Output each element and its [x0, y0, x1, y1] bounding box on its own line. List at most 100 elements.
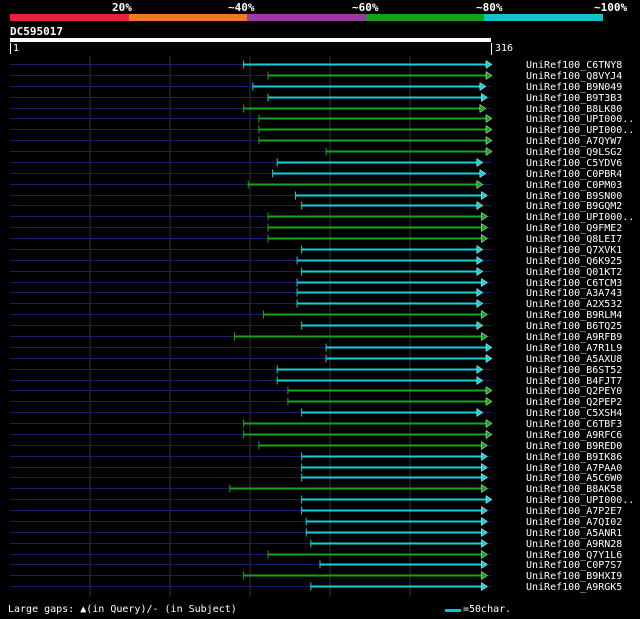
hit-label: UniRef100_B9T3B3: [526, 93, 622, 104]
hit-row: UniRef100_C0P7S7: [10, 560, 622, 571]
alignment-plot: UniRef100_C6TNY8UniRef100_Q8VYJ4UniRef10…: [10, 56, 634, 598]
hit-end-arrow: [481, 93, 488, 102]
hit-end-arrow: [485, 419, 493, 428]
hit-end-arrow: [476, 158, 484, 167]
hit-label: UniRef100_A7P2E7: [526, 506, 622, 517]
hit-label: UniRef100_Q2PEP2: [526, 397, 622, 408]
hit-end-arrow: [476, 365, 484, 374]
hit-label: UniRef100_B9RED0: [526, 441, 622, 452]
hit-row: UniRef100_C0PM03: [10, 180, 622, 191]
hit-end-arrow: [485, 147, 493, 156]
hit-label: UniRef100_Q8LEI7: [526, 234, 622, 245]
hit-label: UniRef100_A5ANR1: [526, 528, 622, 539]
hit-end-arrow: [481, 191, 488, 200]
hit-end-arrow: [485, 71, 493, 80]
hit-row: UniRef100_C5XSH4: [10, 408, 622, 419]
hit-row: UniRef100_Q8VYJ4: [10, 71, 622, 82]
hit-row: UniRef100_B9IK86: [10, 452, 622, 463]
hit-label: UniRef100_C0PBR4: [526, 169, 622, 180]
hit-end-arrow: [476, 376, 484, 385]
hit-label: UniRef100_UPI000..: [526, 125, 634, 136]
hit-end-arrow: [485, 125, 493, 134]
hit-label: UniRef100_B9GQM2: [526, 201, 622, 212]
hit-row: UniRef100_Q9LSG2: [10, 147, 622, 158]
hit-label: UniRef100_A3A743: [526, 288, 622, 299]
hit-row: UniRef100_B6ST52: [10, 365, 622, 376]
hit-row: UniRef100_A7QI02: [10, 517, 622, 528]
hit-row: UniRef100_A7R1L9: [10, 343, 622, 354]
hit-end-arrow: [481, 223, 488, 232]
hit-label: UniRef100_B8AK58: [526, 484, 622, 495]
scale-legend-text: =50char.: [463, 604, 512, 615]
hit-label: UniRef100_C6TNY8: [526, 60, 622, 71]
hit-end-arrow: [481, 582, 488, 591]
hit-end-arrow: [485, 60, 493, 69]
hit-label: UniRef100_C6TBF3: [526, 419, 622, 430]
hit-end-arrow: [479, 104, 487, 113]
hit-end-arrow: [479, 82, 487, 91]
hit-label: UniRef100_C5YDV6: [526, 158, 622, 169]
hit-row: UniRef100_UPI000..: [10, 212, 634, 223]
hit-row: UniRef100_B9RED0: [10, 441, 622, 452]
hit-row: UniRef100_A5ANR1: [10, 528, 622, 539]
hit-row: UniRef100_C5YDV6: [10, 158, 622, 169]
hit-label: UniRef100_Q2PEY0: [526, 386, 622, 397]
hit-row: UniRef100_A9RFB9: [10, 332, 622, 343]
hit-row: UniRef100_B8AK58: [10, 484, 622, 495]
hit-label: UniRef100_A9RFC6: [526, 430, 622, 441]
hit-row: UniRef100_B9N049: [10, 82, 622, 93]
hit-end-arrow: [476, 180, 484, 189]
hit-label: UniRef100_C5XSH4: [526, 408, 622, 419]
hit-end-arrow: [485, 386, 493, 395]
hit-row: UniRef100_C0PBR4: [10, 169, 622, 180]
hit-row: UniRef100_B9GQM2: [10, 201, 622, 212]
hit-row: UniRef100_Q6K925: [10, 256, 622, 267]
hit-end-arrow: [485, 430, 493, 439]
hit-end-arrow: [476, 288, 484, 297]
hit-row: UniRef100_A9RGK5: [10, 582, 622, 593]
hit-label: UniRef100_B9IK86: [526, 452, 622, 463]
hit-end-arrow: [485, 136, 493, 145]
hit-row: UniRef100_A3A743: [10, 288, 622, 299]
hit-label: UniRef100_Q6K925: [526, 256, 622, 267]
hit-label: UniRef100_A9RGK5: [526, 582, 622, 593]
hit-end-arrow: [481, 452, 488, 461]
hit-end-arrow: [485, 354, 493, 363]
hit-row: UniRef100_C6TBF3: [10, 419, 622, 430]
hit-label: UniRef100_B9N049: [526, 82, 622, 93]
hit-end-arrow: [481, 441, 488, 450]
hit-label: UniRef100_Q9FME2: [526, 223, 622, 234]
hit-end-arrow: [476, 245, 484, 254]
hit-label: UniRef100_B9RLM4: [526, 310, 622, 321]
hit-row: UniRef100_Q2PEY0: [10, 386, 622, 397]
hit-row: UniRef100_Q01KT2: [10, 267, 622, 278]
hit-row: UniRef100_B6TQ25: [10, 321, 622, 332]
hit-label: UniRef100_A7QYW7: [526, 136, 622, 147]
hit-row: UniRef100_Q9FME2: [10, 223, 622, 234]
hit-row: UniRef100_A7P2E7: [10, 506, 622, 517]
hit-end-arrow: [481, 571, 488, 580]
hit-row: UniRef100_UPI000..: [10, 495, 634, 506]
hit-label: UniRef100_B6TQ25: [526, 321, 622, 332]
hit-row: UniRef100_A9RN28: [10, 539, 622, 550]
hit-end-arrow: [476, 299, 484, 308]
hit-end-arrow: [481, 212, 488, 221]
hit-end-arrow: [481, 234, 488, 243]
hit-row: UniRef100_UPI000..: [10, 114, 634, 125]
hit-row: UniRef100_UPI000..: [10, 125, 634, 136]
hit-label: UniRef100_A7QI02: [526, 517, 622, 528]
hit-end-arrow: [485, 495, 493, 504]
hit-row: UniRef100_A2X532: [10, 299, 622, 310]
hit-end-arrow: [485, 114, 493, 123]
hit-label: UniRef100_UPI000..: [526, 212, 634, 223]
hit-row: UniRef100_Q8LEI7: [10, 234, 622, 245]
hit-end-arrow: [481, 517, 488, 526]
hit-end-arrow: [481, 539, 488, 548]
hit-label: UniRef100_Q9LSG2: [526, 147, 622, 158]
hit-label: UniRef100_A5AXU8: [526, 354, 622, 365]
hit-row: UniRef100_B9RLM4: [10, 310, 622, 321]
hit-label: UniRef100_UPI000..: [526, 495, 634, 506]
hit-row: UniRef100_Q2PEP2: [10, 397, 622, 408]
hit-end-arrow: [485, 397, 493, 406]
hit-label: UniRef100_C0PM03: [526, 180, 622, 191]
